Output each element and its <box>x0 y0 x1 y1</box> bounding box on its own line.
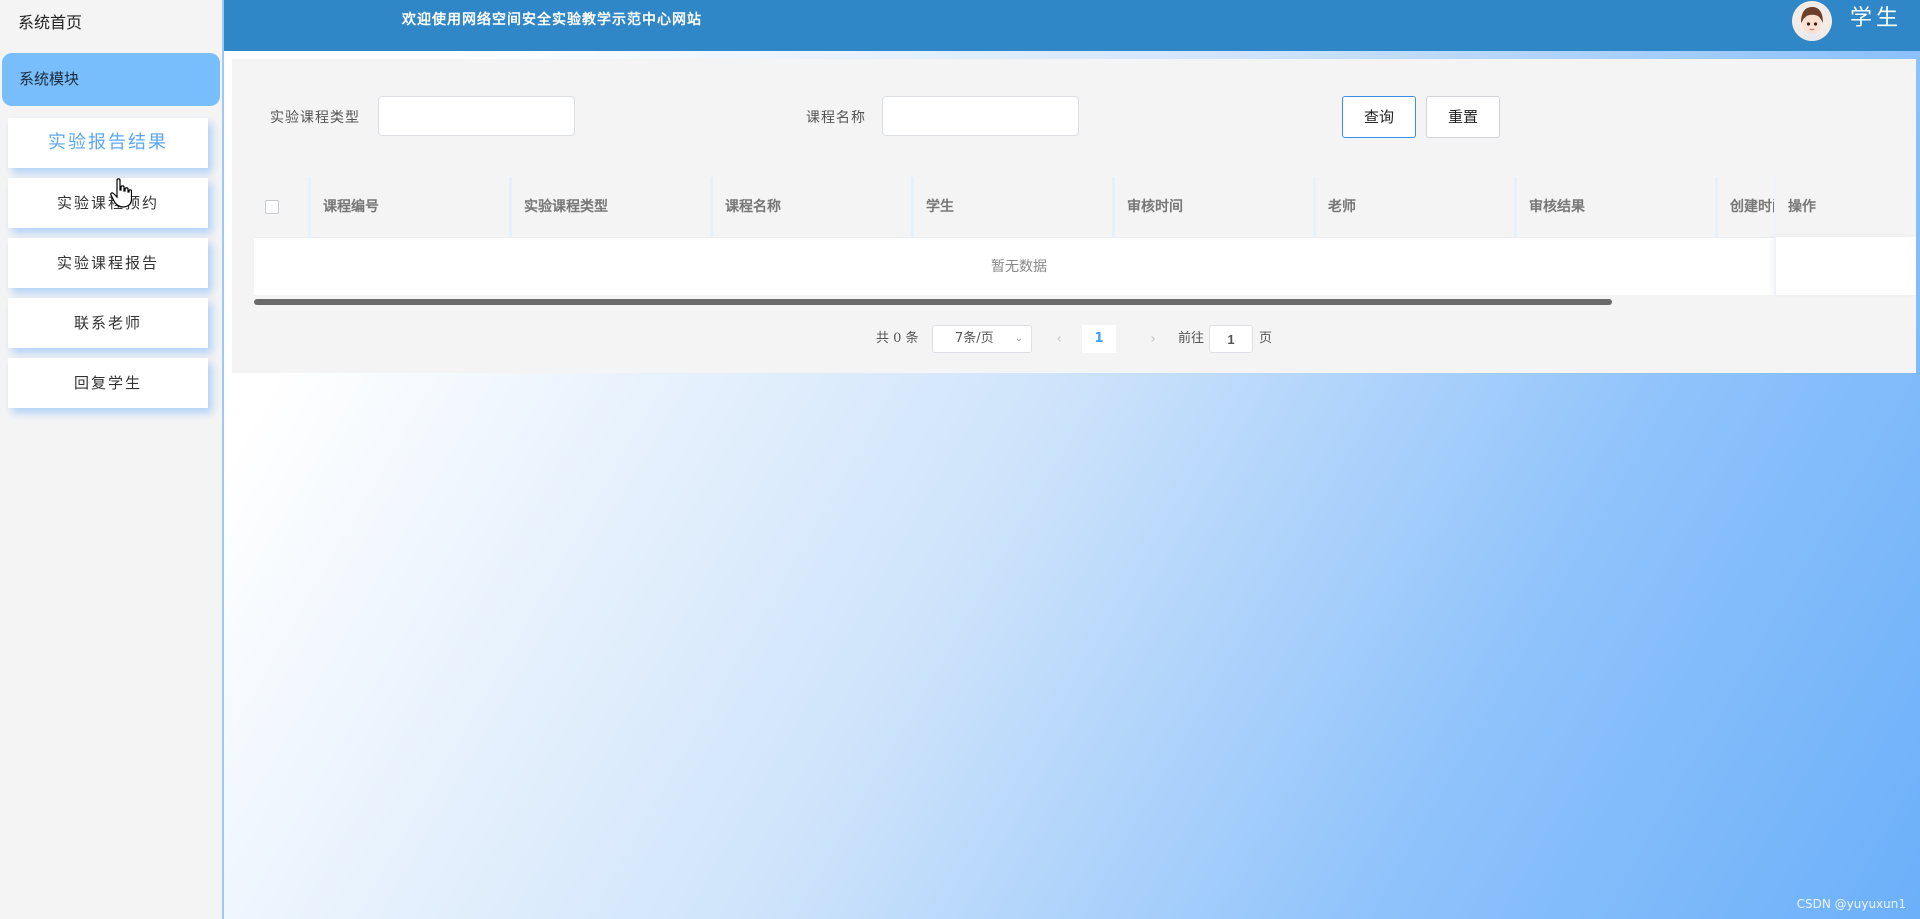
goto-label: 前往 <box>1178 331 1205 346</box>
sidebar: 系统首页 系统模块 实验报告结果 实验课程预约 实验课程报告 联系老师 回复学生 <box>0 0 224 919</box>
reset-button[interactable]: 重置 <box>1426 96 1500 138</box>
scrollbar-thumb[interactable] <box>254 299 1612 305</box>
sidebar-module-header[interactable]: 系统模块 <box>2 53 220 106</box>
actions-column-body <box>1774 237 1916 295</box>
course-name-label: 课程名称 <box>806 110 866 126</box>
col-header-teacher[interactable]: 老师 <box>1313 177 1514 237</box>
table-empty-row: 暂无数据 <box>254 237 1916 295</box>
col-header-review-result[interactable]: 审核结果 <box>1514 177 1715 237</box>
page-jump-input[interactable] <box>1209 325 1253 353</box>
select-all-checkbox[interactable] <box>265 200 279 214</box>
table-header: 课程编号 实验课程类型 课程名称 学生 审核时间 老师 审核结果 创建时间 操作 <box>254 177 1916 237</box>
user-avatar[interactable] <box>1792 1 1832 41</box>
page-size-value: 7条/页 <box>955 331 994 346</box>
sidebar-item-report-results[interactable]: 实验报告结果 <box>8 118 208 168</box>
col-header-review-time[interactable]: 审核时间 <box>1112 177 1313 237</box>
prev-page-button[interactable]: ‹ <box>1044 325 1074 353</box>
data-table: 课程编号 实验课程类型 课程名称 学生 审核时间 老师 审核结果 创建时间 操作… <box>254 177 1916 305</box>
query-button[interactable]: 查询 <box>1342 96 1416 138</box>
welcome-title: 欢迎使用网络空间安全实验教学示范中心网站 <box>402 12 702 28</box>
sidebar-item-reply-student[interactable]: 回复学生 <box>8 358 208 408</box>
col-header-actions: 操作 <box>1774 177 1916 237</box>
page-size-select[interactable]: 7条/页 ⌄ <box>932 325 1032 353</box>
top-header: 欢迎使用网络空间安全实验教学示范中心网站 学生 <box>224 0 1920 51</box>
course-type-label: 实验课程类型 <box>270 110 360 126</box>
pagination-total: 共 0 条 <box>876 331 919 346</box>
col-header-course-type[interactable]: 实验课程类型 <box>509 177 710 237</box>
page-suffix-label: 页 <box>1259 331 1273 346</box>
col-header-course-name[interactable]: 课程名称 <box>710 177 911 237</box>
sidebar-home-link[interactable]: 系统首页 <box>0 0 222 46</box>
content-panel: 实验课程类型 课程名称 查询 重置 课程编号 实验课程类型 课程名称 学生 审核… <box>232 59 1916 373</box>
sidebar-item-contact-teacher[interactable]: 联系老师 <box>8 298 208 348</box>
sidebar-item-course-report[interactable]: 实验课程报告 <box>8 238 208 288</box>
user-role-label[interactable]: 学生 <box>1850 0 1902 38</box>
avatar-icon <box>1792 1 1832 41</box>
course-type-input[interactable] <box>378 96 575 136</box>
watermark: CSDN @yuyuxun1 <box>1796 897 1906 911</box>
next-page-button[interactable]: › <box>1138 325 1168 353</box>
empty-state-text: 暂无数据 <box>991 259 1047 275</box>
course-name-input[interactable] <box>882 96 1079 136</box>
sidebar-item-course-booking[interactable]: 实验课程预约 <box>8 178 208 228</box>
chevron-down-icon: ⌄ <box>1014 333 1023 344</box>
col-header-created-time[interactable]: 创建时间 <box>1715 177 1774 237</box>
current-page-number[interactable]: 1 <box>1082 325 1116 353</box>
horizontal-scrollbar[interactable] <box>254 297 1916 305</box>
col-header-course-id[interactable]: 课程编号 <box>308 177 509 237</box>
col-header-student[interactable]: 学生 <box>911 177 1112 237</box>
select-all-header <box>254 177 308 237</box>
